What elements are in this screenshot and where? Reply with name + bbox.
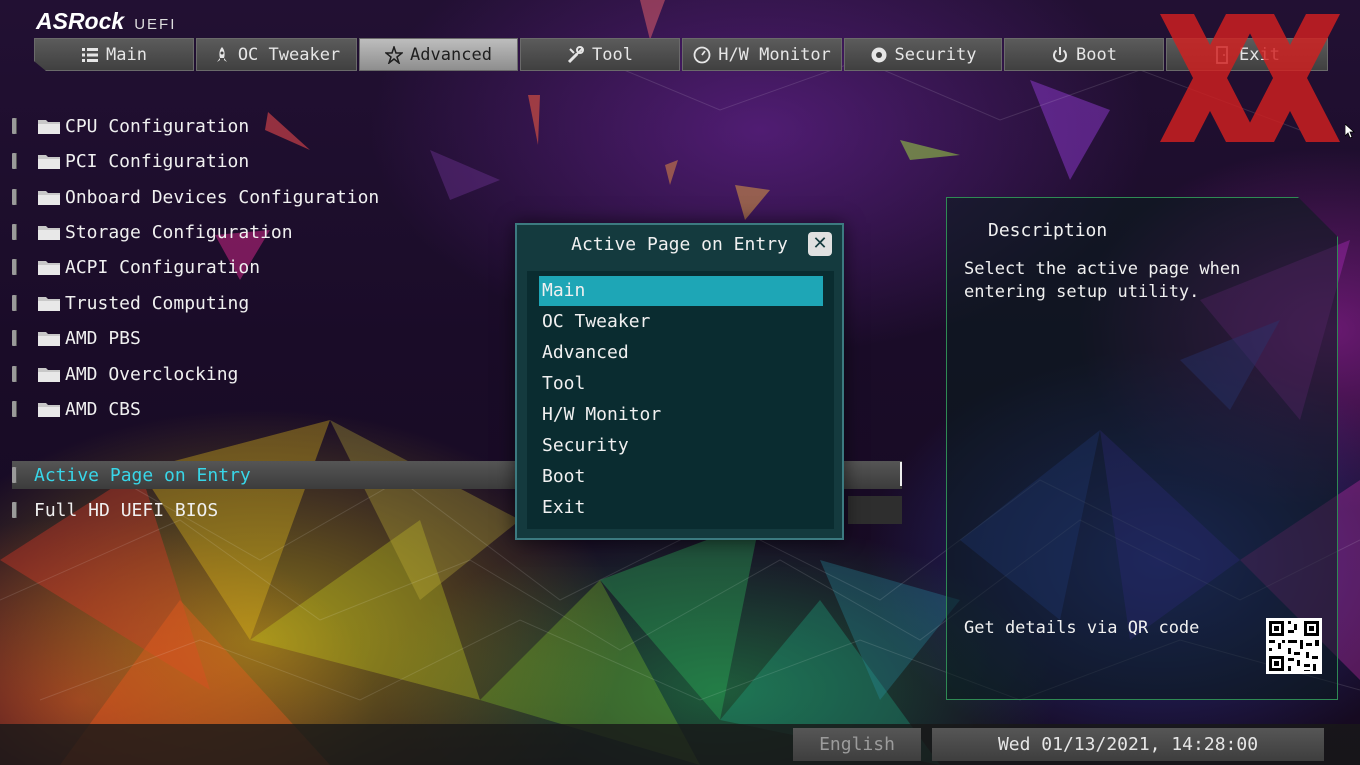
tab-security[interactable]: Security — [844, 38, 1002, 71]
item-marker — [12, 153, 17, 169]
product-label: UEFI — [134, 16, 177, 33]
tab-label: H/W Monitor — [718, 44, 831, 65]
item-marker — [12, 366, 17, 382]
qr-code-label: Get details via QR code — [964, 618, 1200, 638]
folder-icon — [38, 403, 60, 417]
item-marker — [12, 467, 17, 483]
setting-active-page-on-entry[interactable]: Active Page on Entry — [12, 460, 251, 490]
item-marker — [12, 259, 17, 275]
tab-label: Tool — [592, 44, 633, 65]
menu-item-amd-pbs[interactable]: AMD PBS — [12, 323, 141, 353]
option-hw-monitor[interactable]: H/W Monitor — [539, 400, 823, 430]
qr-code-icon[interactable] — [1266, 618, 1322, 674]
option-boot[interactable]: Boot — [539, 462, 823, 492]
menu-item-label: ACPI Configuration — [65, 256, 261, 278]
active-page-dialog: Active Page on Entry ✕ Main OC Tweaker A… — [515, 223, 844, 540]
option-exit[interactable]: Exit — [539, 493, 823, 523]
option-list: Main OC Tweaker Advanced Tool H/W Monito… — [527, 271, 834, 529]
option-oc-tweaker[interactable]: OC Tweaker — [539, 307, 823, 337]
item-marker — [12, 330, 17, 346]
description-panel: Description Select the active page when … — [946, 197, 1338, 700]
tab-label: Security — [894, 44, 977, 65]
item-marker — [12, 401, 17, 417]
menu-item-cpu-configuration[interactable]: CPU Configuration — [12, 111, 249, 141]
item-marker — [12, 189, 17, 205]
tab-label: Main — [106, 44, 147, 65]
menu-item-onboard-devices-configuration[interactable]: Onboard Devices Configuration — [12, 182, 379, 212]
item-marker — [12, 224, 17, 240]
monitor-gauge-icon — [693, 46, 711, 63]
language-selector[interactable]: English — [793, 728, 921, 761]
option-advanced[interactable]: Advanced — [539, 338, 823, 368]
description-title: Description — [988, 220, 1108, 241]
option-security[interactable]: Security — [539, 431, 823, 461]
folder-icon — [38, 332, 60, 346]
asrock-logo: ASRock UEFI — [36, 8, 176, 35]
menu-item-storage-configuration[interactable]: Storage Configuration — [12, 217, 293, 247]
list-icon — [82, 47, 99, 62]
full-hd-value-box[interactable] — [848, 496, 902, 524]
menu-item-trusted-computing[interactable]: Trusted Computing — [12, 288, 249, 318]
setting-label: Full HD UEFI BIOS — [34, 499, 219, 521]
brand-name: ASRock — [36, 8, 125, 34]
tab-tool[interactable]: Tool — [520, 38, 680, 71]
folder-icon — [38, 297, 60, 311]
tab-boot[interactable]: Boot — [1004, 38, 1164, 71]
folder-icon — [38, 226, 60, 240]
menu-item-label: CPU Configuration — [65, 115, 250, 137]
tab-label: Boot — [1076, 44, 1117, 65]
option-main[interactable]: Main — [539, 276, 823, 306]
tab-label: Advanced — [410, 44, 492, 65]
tab-main[interactable]: Main — [34, 38, 194, 71]
option-tool[interactable]: Tool — [539, 369, 823, 399]
menu-item-amd-overclocking[interactable]: AMD Overclocking — [12, 359, 238, 389]
tab-hw-monitor[interactable]: H/W Monitor — [682, 38, 842, 71]
watermark-xx-logo — [1160, 14, 1340, 142]
close-icon[interactable]: ✕ — [808, 232, 832, 256]
star-icon — [385, 45, 404, 64]
menu-item-label: AMD Overclocking — [65, 363, 239, 385]
main-tabs: Main OC Tweaker Advanced Tool H/W Monito… — [34, 38, 1328, 72]
mouse-cursor-icon — [1345, 124, 1355, 138]
menu-item-label: Trusted Computing — [65, 292, 250, 314]
folder-icon — [38, 120, 60, 134]
folder-icon — [38, 368, 60, 382]
folder-icon — [38, 191, 60, 205]
shield-gear-icon — [871, 47, 887, 62]
tools-icon — [567, 45, 585, 63]
menu-item-label: AMD CBS — [65, 398, 141, 420]
menu-item-amd-cbs[interactable]: AMD CBS — [12, 394, 141, 424]
tab-advanced[interactable]: Advanced — [359, 38, 518, 71]
tab-oc-tweaker[interactable]: OC Tweaker — [196, 38, 357, 71]
date-time-display: Wed 01/13/2021, 14:28:00 — [932, 728, 1324, 761]
menu-item-pci-configuration[interactable]: PCI Configuration — [12, 146, 249, 176]
item-marker — [12, 502, 17, 518]
setting-full-hd-uefi-bios[interactable]: Full HD UEFI BIOS — [12, 495, 218, 525]
setting-label: Active Page on Entry — [34, 464, 251, 486]
power-icon — [1053, 46, 1067, 62]
menu-item-label: Storage Configuration — [65, 221, 293, 243]
item-marker — [12, 295, 17, 311]
active-page-value-box[interactable] — [846, 462, 902, 486]
tab-label: OC Tweaker — [237, 44, 341, 65]
folder-icon — [38, 155, 60, 169]
folder-icon — [38, 261, 60, 275]
description-text: Select the active page when entering set… — [964, 259, 1241, 302]
rocket-icon — [216, 46, 227, 62]
dialog-title: Active Page on Entry — [571, 234, 788, 255]
menu-item-label: AMD PBS — [65, 327, 141, 349]
menu-item-acpi-configuration[interactable]: ACPI Configuration — [12, 252, 260, 282]
menu-item-label: Onboard Devices Configuration — [65, 186, 380, 208]
menu-item-label: PCI Configuration — [65, 150, 250, 172]
item-marker — [12, 118, 17, 134]
